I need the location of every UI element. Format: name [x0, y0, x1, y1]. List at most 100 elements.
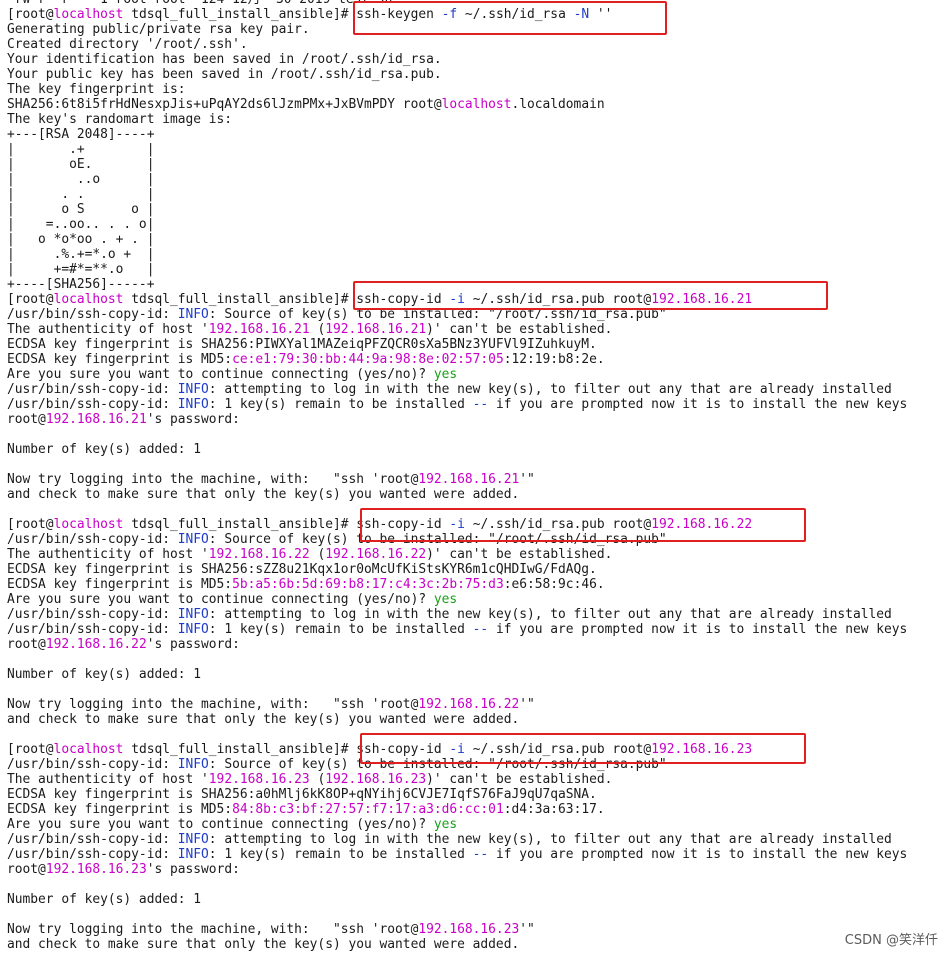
terminal-text-segment: /usr/bin/ssh-copy-id: [7, 532, 178, 547]
terminal-line: The authenticity of host '192.168.16.22 … [0, 547, 952, 562]
terminal-text-segment: localhost [441, 97, 512, 112]
terminal-text-segment: )' can't be established. [426, 547, 613, 562]
terminal-line: ECDSA key fingerprint is MD5:84:8b:c3:bf… [0, 802, 952, 817]
terminal-text-segment: | o *o*oo . + . | [7, 232, 155, 247]
terminal-line: The key fingerprint is: [0, 82, 952, 97]
terminal-line: /usr/bin/ssh-copy-id: INFO: attempting t… [0, 382, 952, 397]
terminal-text-segment: and check to make sure that only the key… [7, 937, 520, 952]
terminal-text-segment: and check to make sure that only the key… [7, 487, 520, 502]
terminal-text-segment: -i [449, 292, 465, 307]
terminal-text-segment: 192.168.16.21 [418, 472, 520, 487]
terminal-text-segment: ECDSA key fingerprint is SHA256:sZZ8u21K… [7, 562, 597, 577]
terminal-line: ECDSA key fingerprint is SHA256:a0hMlj6k… [0, 787, 952, 802]
terminal-text-segment: Generating public/private rsa key pair. [7, 22, 310, 37]
terminal-text-segment: localhost [53, 292, 124, 307]
terminal-text-segment: localhost [53, 742, 124, 757]
terminal-line: root@192.168.16.21's password: [0, 412, 952, 427]
terminal-line: | o S o | [0, 202, 952, 217]
terminal-line: +----[SHA256]-----+ [0, 277, 952, 292]
terminal-text-segment: | +=#*=**.o | [7, 262, 155, 277]
terminal-text-segment: +---[RSA 2048]----+ [7, 127, 155, 142]
terminal-text-segment: INFO [177, 622, 209, 637]
terminal-text-segment: INFO [177, 532, 209, 547]
terminal-text-segment: : 1 key(s) remain to be installed [208, 847, 473, 862]
terminal-line: Generating public/private rsa key pair. [0, 22, 952, 37]
terminal-text-segment: /usr/bin/ssh-copy-id: [7, 607, 178, 622]
terminal-line: -rw-r--r-- 1 root root 124 12月 30 2019 t… [0, 0, 952, 7]
terminal-line: /usr/bin/ssh-copy-id: INFO: Source of ke… [0, 757, 952, 772]
terminal-line: Are you sure you want to continue connec… [0, 817, 952, 832]
terminal-text-segment: | .+ | [7, 142, 155, 157]
terminal-line: /usr/bin/ssh-copy-id: INFO: 1 key(s) rem… [0, 622, 952, 637]
terminal-text-segment: INFO [177, 382, 209, 397]
terminal-text-segment: | oE. | [7, 157, 155, 172]
terminal-text-segment: :e6:58:9c:46. [503, 577, 605, 592]
terminal-text-segment: ( [309, 322, 326, 337]
terminal-text-segment: ECDSA key fingerprint is MD5: [7, 577, 233, 592]
terminal-line: and check to make sure that only the key… [0, 712, 952, 727]
terminal-text-segment: Are you sure you want to continue connec… [7, 367, 434, 382]
terminal-text-segment: +----[SHA256]-----+ [7, 277, 155, 292]
terminal-line: ECDSA key fingerprint is SHA256:PIWXYal1… [0, 337, 952, 352]
terminal-text-segment: /usr/bin/ssh-copy-id: [7, 847, 178, 862]
terminal-text-segment: | o S o | [7, 202, 155, 217]
terminal-line: +---[RSA 2048]----+ [0, 127, 952, 142]
terminal-text-segment: INFO [177, 757, 209, 772]
terminal-line: | =..oo.. . . o| [0, 217, 952, 232]
terminal-line: /usr/bin/ssh-copy-id: INFO: 1 key(s) rem… [0, 847, 952, 862]
terminal-text-segment: ~/.ssh/id_rsa [457, 7, 574, 22]
terminal-line: The key's randomart image is: [0, 112, 952, 127]
terminal-text-segment: Number of key(s) added: 1 [7, 892, 202, 907]
terminal-text-segment: localhost [53, 517, 124, 532]
terminal-text-segment: 192.168.16.21 [651, 292, 753, 307]
terminal-text-segment: ~/.ssh/id_rsa.pub root@ [464, 742, 652, 757]
terminal-text-segment: -- [472, 847, 489, 862]
terminal-line: Number of key(s) added: 1 [0, 442, 952, 457]
terminal-text-segment: 's password: [146, 862, 240, 877]
terminal-line: root@192.168.16.22's password: [0, 637, 952, 652]
terminal-text-segment: 192.168.16.21 [325, 322, 427, 337]
terminal-text-segment: if you are prompted now it is to install… [488, 847, 908, 862]
terminal-text-segment: yes [433, 817, 458, 832]
terminal-text-segment: ECDSA key fingerprint is MD5: [7, 802, 233, 817]
terminal-text-segment: :12:19:b8:2e. [503, 352, 605, 367]
terminal-line: | +=#*=**.o | [0, 262, 952, 277]
terminal-text-segment: /usr/bin/ssh-copy-id: [7, 757, 178, 772]
terminal-text-segment: 192.168.16.22 [45, 637, 147, 652]
terminal-text-segment: [root@ [7, 742, 54, 757]
terminal-text-segment: The authenticity of host ' [7, 322, 209, 337]
terminal-text-segment: 192.168.16.22 [651, 517, 753, 532]
terminal-text-segment: /usr/bin/ssh-copy-id: [7, 832, 178, 847]
terminal-text-segment: tdsql_full_install_ansible]# ssh-copy-id [123, 742, 450, 757]
terminal-line: Now try logging into the machine, with: … [0, 697, 952, 712]
terminal-text-segment: INFO [177, 607, 209, 622]
terminal-text-segment: 192.168.16.21 [208, 322, 310, 337]
terminal-text-segment: 's password: [146, 412, 240, 427]
terminal-text-segment: | . . | [7, 187, 155, 202]
terminal-text-segment: : Source of key(s) to be installed: "/ro… [208, 532, 667, 547]
terminal-text-segment: tdsql_full_install_ansible]# ssh-keygen [123, 7, 442, 22]
terminal-text-segment: ( [309, 547, 326, 562]
terminal-text-segment: tdsql_full_install_ansible]# ssh-copy-id [123, 517, 450, 532]
terminal-line: /usr/bin/ssh-copy-id: INFO: Source of ke… [0, 307, 952, 322]
terminal-text-segment: INFO [177, 847, 209, 862]
terminal-text-segment: : attempting to log in with the new key(… [208, 832, 892, 847]
terminal-text-segment: ~/.ssh/id_rsa.pub root@ [464, 292, 652, 307]
terminal-text-segment: -i [449, 742, 465, 757]
terminal-line: Created directory '/root/.ssh'. [0, 37, 952, 52]
terminal-text-segment: 192.168.16.21 [45, 412, 147, 427]
terminal-text-segment: 192.168.16.23 [45, 862, 147, 877]
terminal-text-segment: Now try logging into the machine, with: … [7, 697, 419, 712]
terminal-line: root@192.168.16.23's password: [0, 862, 952, 877]
terminal-line: ECDSA key fingerprint is MD5:ce:e1:79:30… [0, 352, 952, 367]
terminal-line: [root@localhost tdsql_full_install_ansib… [0, 517, 952, 532]
terminal-text-segment: '' [589, 7, 613, 22]
terminal-text-segment: | =..oo.. . . o| [7, 217, 155, 232]
terminal-text-segment: .localdomain [511, 97, 605, 112]
terminal-text-segment: Are you sure you want to continue connec… [7, 592, 434, 607]
terminal-text-segment: Are you sure you want to continue connec… [7, 817, 434, 832]
terminal-text-segment: [root@ [7, 7, 54, 22]
